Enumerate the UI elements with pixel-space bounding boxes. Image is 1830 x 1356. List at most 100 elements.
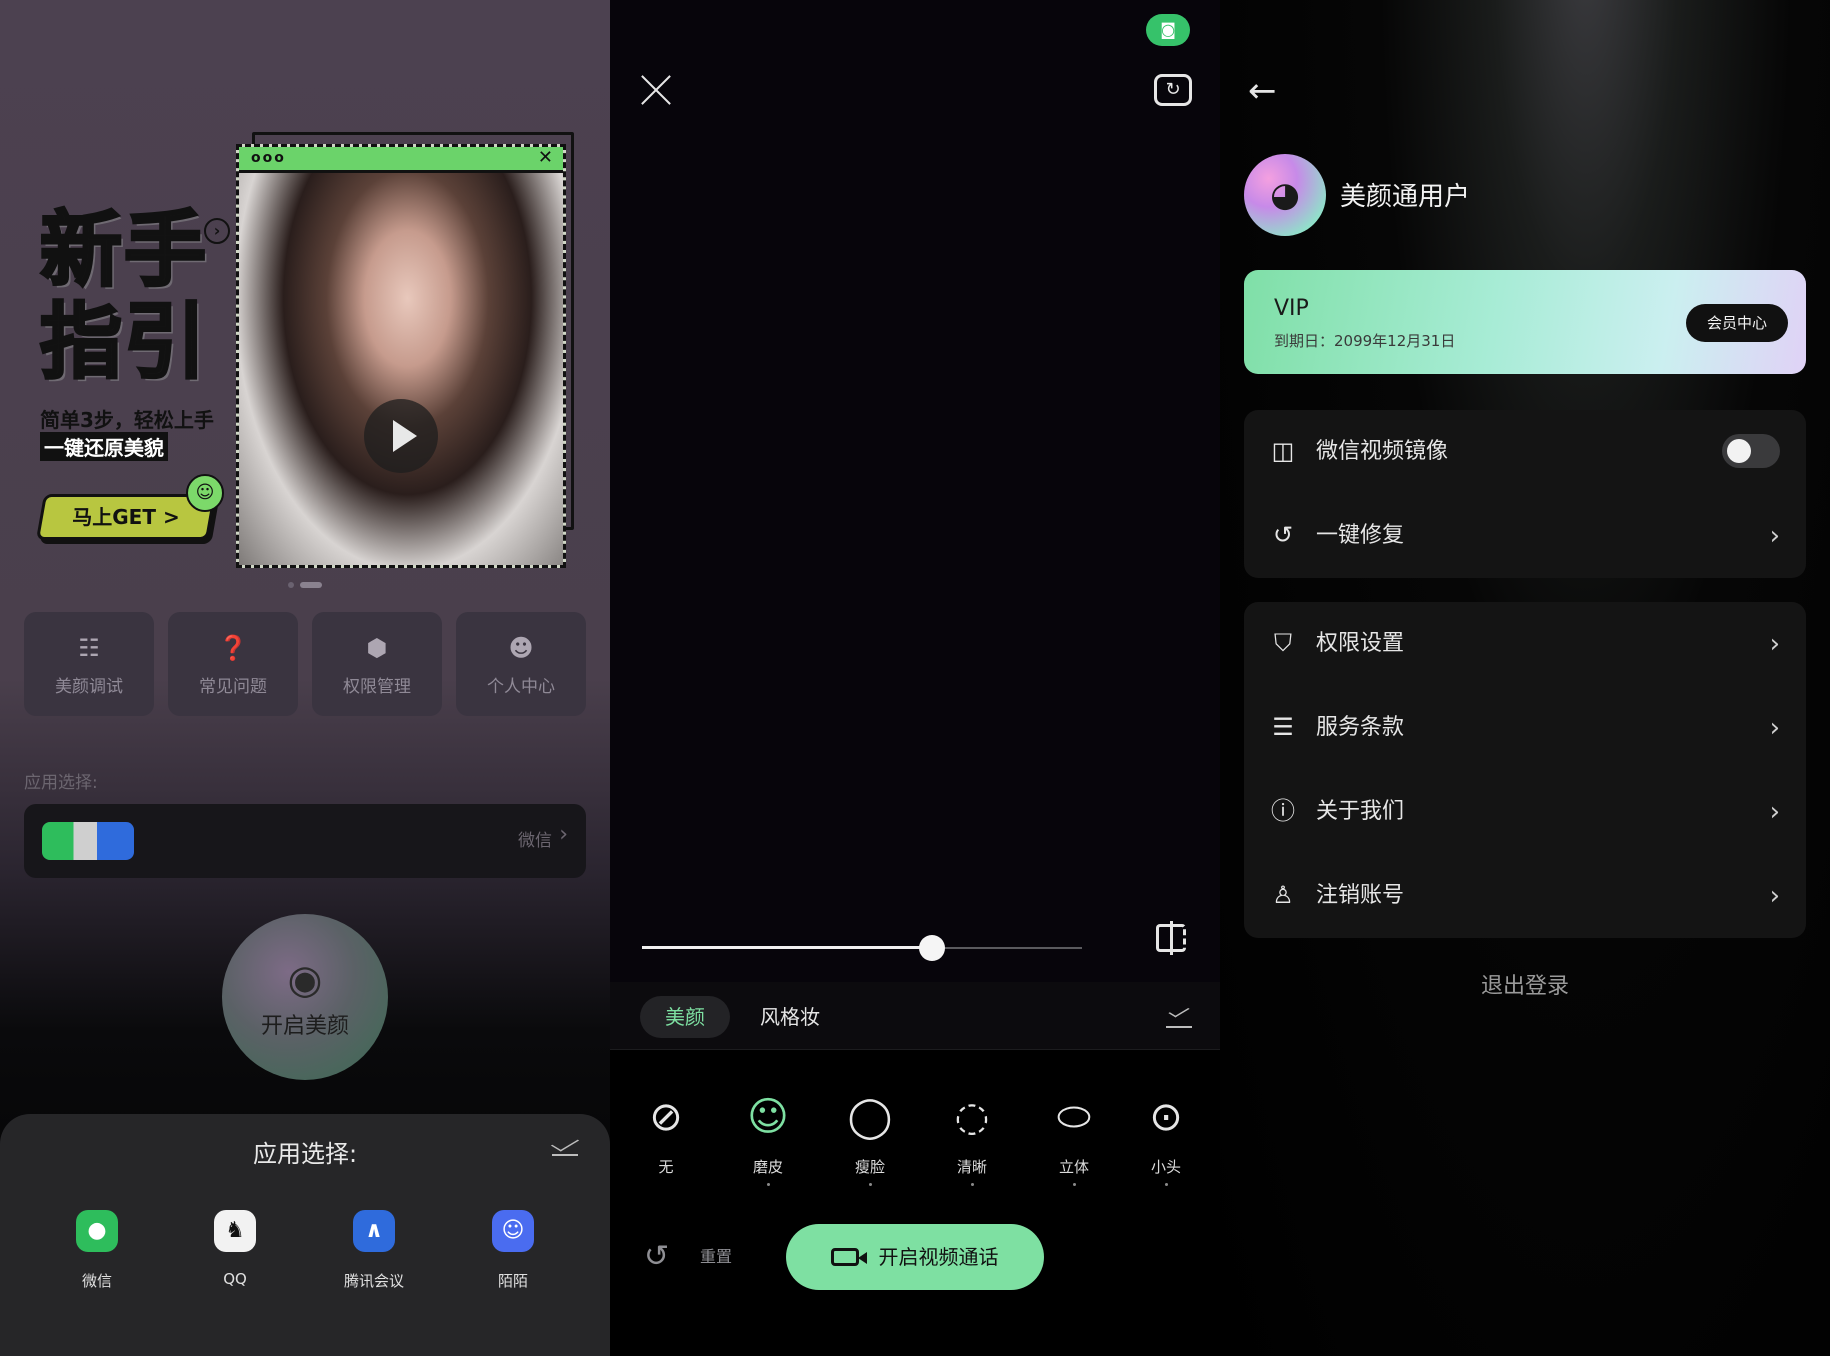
start-video-call-button[interactable]: 开启视频通话	[786, 1224, 1044, 1290]
row-about[interactable]: ⓘ 关于我们 ›	[1244, 770, 1806, 854]
app-icons-strip	[42, 822, 134, 860]
effects-tabs: 美颜 风格妆	[610, 982, 1220, 1050]
qq-penguin-icon: ♞	[214, 1210, 256, 1252]
row-label: 注销账号	[1316, 883, 1405, 908]
app-option-momo[interactable]: ☺ 陌陌	[468, 1210, 558, 1291]
close-icon[interactable]	[640, 74, 672, 106]
back-arrow-icon[interactable]: ←	[1248, 74, 1277, 108]
tile-profile[interactable]: ☻ 个人中心	[456, 612, 586, 716]
username: 美颜通用户	[1340, 182, 1471, 212]
effect-slim-face[interactable]: ◯ 瘦脸	[830, 1090, 910, 1186]
row-label: 关于我们	[1316, 799, 1405, 824]
switch-camera-icon[interactable]: ↻	[1154, 74, 1192, 106]
row-label: 一键修复	[1316, 523, 1405, 548]
start-beauty-label: 开启美颜	[260, 1014, 349, 1039]
chevron-right-icon: ›	[1769, 521, 1780, 551]
row-wechat-mirror[interactable]: ◫ 微信视频镜像	[1244, 410, 1806, 494]
smooth-skin-icon: ☺	[747, 1094, 789, 1140]
guide-title: 新手指引	[39, 203, 209, 390]
faq-icon: ❓	[218, 634, 248, 662]
small-head-icon: ⊙	[1149, 1094, 1183, 1140]
member-center-button[interactable]: 会员中心	[1686, 304, 1788, 342]
effect-label: 清晰	[956, 1158, 987, 1176]
toggle-knob	[1727, 439, 1751, 463]
home-screen: 新手指引 › 简单3步，轻松上手 一键还原美貌 马上GET > ☺ ooo ✕ …	[0, 0, 610, 1356]
vip-expiry: 到期日：2099年12月31日	[1274, 332, 1456, 350]
effect-label: 瘦脸	[854, 1158, 885, 1176]
tile-faq[interactable]: ❓ 常见问题	[168, 612, 298, 716]
tile-label: 美颜调试	[55, 677, 123, 697]
user-icon: ♙	[1272, 881, 1294, 909]
video-camera-icon	[831, 1248, 868, 1266]
app-option-label: 微信	[81, 1272, 112, 1290]
none-icon: ⊘	[649, 1094, 683, 1140]
tab-style-makeup[interactable]: 风格妆	[740, 996, 840, 1038]
effect-label: 磨皮	[752, 1158, 783, 1176]
chevron-right-icon: ›	[1769, 629, 1780, 659]
start-beauty-button[interactable]: ◉ 开启美颜	[222, 914, 388, 1080]
row-one-click-repair[interactable]: ↺ 一键修复 ›	[1244, 494, 1806, 578]
beauty-debug-icon: ☷	[78, 634, 100, 662]
effect-label: 小头	[1150, 1158, 1181, 1176]
tile-label: 常见问题	[199, 677, 267, 697]
tile-permission[interactable]: ⬢ 权限管理	[312, 612, 442, 716]
collapse-icon[interactable]	[1166, 1004, 1192, 1028]
tile-label: 权限管理	[343, 677, 411, 697]
row-permission-settings[interactable]: ⛉ 权限设置 ›	[1244, 602, 1806, 686]
profile-screen: ← ◕ 美颜通用户 VIP 到期日：2099年12月31日 会员中心 ◫ 微信视…	[1220, 0, 1830, 1356]
smile-icon: ☺	[186, 474, 224, 512]
app-option-qq[interactable]: ♞ QQ	[190, 1210, 280, 1288]
slim-face-icon: ◯	[847, 1094, 893, 1140]
chevron-right-icon: ›	[559, 822, 568, 847]
avatar-face-icon: ◕	[1270, 175, 1300, 215]
compare-icon[interactable]	[1156, 921, 1186, 955]
app-option-tencent-meeting[interactable]: ∧ 腾讯会议	[329, 1210, 419, 1291]
arrow-right-icon: ›	[204, 218, 230, 244]
refresh-icon: ↺	[1272, 521, 1294, 549]
app-option-label: 腾讯会议	[343, 1272, 404, 1290]
reset-icon: ↺	[644, 1239, 670, 1274]
reset-label: 重置	[700, 1247, 733, 1266]
camera-screen: ◙ ↻ 美颜 风格妆 ⊘ 无 ☺ 磨皮 ◯ 瘦脸 ◌ 清晰 ⬭ 立体 ⊙ 小头 …	[610, 0, 1220, 1356]
close-icon: ✕	[537, 147, 553, 168]
chevron-right-icon: ›	[1769, 881, 1780, 911]
row-terms[interactable]: ☰ 服务条款 ›	[1244, 686, 1806, 770]
app-select-sheet: 应用选择: ● 微信 ♞ QQ ∧ 腾讯会议 ☺ 陌陌	[0, 1114, 610, 1356]
row-label: 权限设置	[1316, 631, 1405, 656]
vip-card: VIP 到期日：2099年12月31日 会员中心	[1244, 270, 1806, 374]
effect-dot	[1164, 1183, 1168, 1186]
effect-contour[interactable]: ⬭ 立体	[1034, 1090, 1114, 1186]
effect-small-head[interactable]: ⊙ 小头	[1126, 1090, 1206, 1186]
pager-dot	[288, 582, 294, 588]
app-select-row[interactable]: 微信 ›	[24, 804, 586, 878]
effect-dot	[1072, 1183, 1076, 1186]
app-option-wechat[interactable]: ● 微信	[52, 1210, 142, 1291]
app-option-label: 陌陌	[497, 1272, 528, 1290]
effect-dot	[766, 1183, 770, 1186]
row-label: 服务条款	[1316, 715, 1405, 740]
tile-beauty-debug[interactable]: ☷ 美颜调试	[24, 612, 154, 716]
document-icon: ☰	[1272, 713, 1294, 741]
tile-label: 个人中心	[487, 677, 555, 697]
logout-button[interactable]: 退出登录	[1220, 968, 1830, 1000]
row-label: 微信视频镜像	[1316, 439, 1449, 464]
row-delete-account[interactable]: ♙ 注销账号 ›	[1244, 854, 1806, 938]
avatar[interactable]: ◕	[1244, 154, 1326, 236]
wechat-icon: ●	[76, 1210, 118, 1252]
profile-icon: ☻	[508, 634, 534, 662]
beauty-intensity-slider[interactable]	[642, 935, 1082, 961]
shield-icon: ⛉	[1274, 629, 1292, 657]
pager-dot-active	[300, 582, 322, 588]
play-icon[interactable]	[364, 399, 438, 473]
effect-none[interactable]: ⊘ 无	[626, 1090, 706, 1177]
effect-smooth-skin[interactable]: ☺ 磨皮	[728, 1090, 808, 1186]
collapse-icon[interactable]	[550, 1134, 580, 1156]
slider-knob[interactable]	[919, 935, 946, 961]
banner-video-window[interactable]: ooo ✕	[236, 144, 566, 568]
feature-grid: ☷ 美颜调试 ❓ 常见问题 ⬢ 权限管理 ☻ 个人中心	[24, 612, 586, 716]
tab-beauty[interactable]: 美颜	[640, 996, 730, 1038]
app-select-label: 应用选择:	[24, 773, 98, 793]
banner-photo	[239, 173, 563, 565]
effect-clarity[interactable]: ◌ 清晰	[932, 1090, 1012, 1186]
mirror-toggle[interactable]	[1722, 434, 1780, 468]
